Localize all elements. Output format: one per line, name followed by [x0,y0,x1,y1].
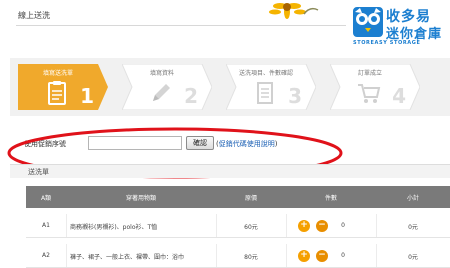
column-divider [286,214,287,237]
logo-english-name: STOREASY STORAGE [353,40,421,46]
step-4-number: 4 [392,84,406,108]
promo-code-section: 使用促銷序號 確認 (促銷代碼使用說明) [10,126,450,162]
pencil-icon [153,84,170,101]
step-2-label: 填寫資料 [149,70,174,77]
title-divider [16,25,346,26]
order-section-title: 送洗單 [28,168,49,176]
step-1-label: 填寫送洗單 [42,70,73,77]
row-subtotal: 0元 [408,224,418,231]
step-4: 訂單成立 4 [330,64,420,110]
step-4-label: 訂單成立 [357,70,382,77]
quantity-minus-button[interactable]: − [316,220,328,232]
promo-code-label: 使用促銷序號 [24,140,66,148]
row-quantity: 0 [341,222,345,229]
row-price: 60元 [244,224,258,231]
page-title: 線上送洗 [18,11,50,20]
row-code: A2 [42,252,50,259]
step-1-number: 1 [80,84,94,108]
step-3-label: 送洗項目、件數確認 [238,70,293,77]
row-item: 褲子、裙子、一般上衣、裸帶、圍巾：浴巾 [70,254,185,261]
step-1: 填寫送洗單 1 [18,64,108,110]
table-row: A1 商務襯衫(男襯衫)、polo衫、T恤 60元 + − 0 0元 [26,214,450,238]
quantity-minus-button[interactable]: − [316,250,328,262]
promo-help: (促銷代碼使用說明) [216,139,277,149]
row-code: A1 [42,222,50,229]
promo-help-close-paren: ) [274,140,278,148]
cart-icon [358,84,381,103]
column-divider [286,244,287,267]
row-quantity: 0 [341,252,345,259]
column-divider [66,214,67,237]
column-header-price: 原價 [244,195,257,202]
table-header: A類 穿著用物類 原價 件數 小計 [26,186,450,208]
column-divider [66,244,67,267]
step-3: 送洗項目、件數確認 3 [226,64,316,110]
quantity-plus-button[interactable]: + [298,220,310,232]
promo-code-input[interactable] [88,136,182,150]
sunflower-decoration [269,3,319,19]
column-header-item: 穿著用物類 [125,195,156,202]
order-section-header: 送洗單 [10,164,450,178]
order-steps-bar: 填寫送洗單 1 填寫資料 2 送洗項目、件數確認 3 訂單成立 4 [10,58,450,116]
column-header-quantity: 件數 [324,195,337,202]
step-2-number: 2 [184,84,198,108]
promo-help-link[interactable]: 促銷代碼使用說明 [219,140,275,148]
storeasy-logo[interactable]: 收多易 迷你倉庫 STOREASY STORAGE [350,4,447,48]
column-header-category: A類 [40,195,52,202]
step-2: 填寫資料 2 [122,64,212,110]
step-3-number: 3 [288,84,302,108]
table-row: A2 褲子、裙子、一般上衣、裸帶、圍巾：浴巾 80元 + − 0 0元 [26,244,450,268]
quantity-plus-button[interactable]: + [298,250,310,262]
owl-icon [353,7,383,37]
column-header-subtotal: 小計 [406,195,419,202]
row-item: 商務襯衫(男襯衫)、polo衫、T恤 [70,224,158,231]
row-subtotal: 0元 [408,254,418,261]
clipboard-icon [48,81,66,105]
promo-confirm-button[interactable]: 確認 [186,136,214,150]
document-icon [257,82,273,104]
row-price: 80元 [244,254,258,261]
